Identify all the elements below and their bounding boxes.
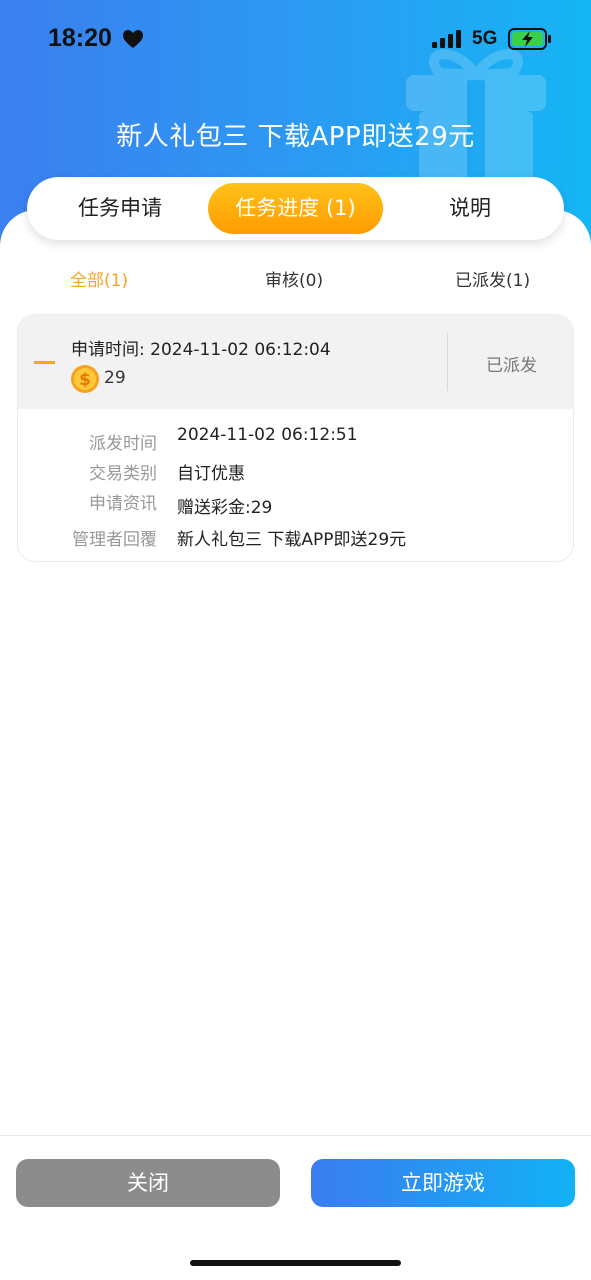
- coin-icon: $: [71, 365, 99, 393]
- filter-dispatched[interactable]: 已派发(1): [455, 266, 530, 291]
- record-card-header[interactable]: 申请时间: 2024-11-02 06:12:04 $ 29 已派发: [18, 315, 573, 409]
- filter-review[interactable]: 审核(0): [265, 266, 323, 291]
- detail-row: 交易类别 自订优惠: [18, 457, 573, 484]
- heart-icon: [123, 30, 143, 48]
- svg-text:$: $: [79, 370, 91, 390]
- detail-label: 派发时间: [89, 434, 157, 454]
- status-badge: 已派发: [486, 356, 537, 376]
- detail-row: 派发时间 2024-11-02 06:12:51: [18, 425, 573, 454]
- play-now-button[interactable]: 立即游戏: [311, 1159, 575, 1207]
- detail-label: 申请资讯: [89, 494, 157, 514]
- status-filter-bar: 全部(1) 审核(0) 已派发(1): [0, 266, 591, 296]
- footer-divider: [0, 1135, 591, 1136]
- status-bar: 18:20 5G: [0, 0, 591, 80]
- detail-value: 赠送彩金:29: [177, 498, 273, 518]
- detail-row: 申请资讯 赠送彩金:29: [18, 489, 573, 518]
- close-button[interactable]: 关闭: [16, 1159, 280, 1207]
- status-time: 18:20: [48, 24, 112, 52]
- battery-charging-icon: [508, 28, 551, 50]
- home-indicator[interactable]: [190, 1260, 401, 1266]
- record-card: 申请时间: 2024-11-02 06:12:04 $ 29 已派发 派发时间 …: [17, 314, 574, 562]
- filter-all[interactable]: 全部(1): [70, 266, 128, 291]
- detail-label: 交易类别: [89, 464, 157, 484]
- detail-row: 管理者回覆 新人礼包三 下载APP即送29元: [18, 523, 573, 550]
- tab-task-apply[interactable]: 任务申请: [39, 183, 201, 234]
- reward-amount: 29: [104, 368, 126, 388]
- collapse-icon[interactable]: [34, 361, 55, 364]
- tab-instructions[interactable]: 说明: [389, 183, 551, 234]
- network-type: 5G: [472, 28, 498, 49]
- detail-value: 新人礼包三 下载APP即送29元: [177, 530, 407, 550]
- signal-icon: [432, 30, 461, 48]
- tab-task-progress[interactable]: 任务进度 (1): [208, 183, 383, 234]
- detail-value: 自订优惠: [177, 464, 245, 484]
- detail-label: 管理者回覆: [72, 530, 157, 550]
- detail-value: 2024-11-02 06:12:51: [177, 425, 358, 445]
- page-title: 新人礼包三 下载APP即送29元: [116, 122, 475, 152]
- apply-time: 申请时间: 2024-11-02 06:12:04: [71, 340, 331, 360]
- tab-bar: 任务申请 任务进度 (1) 说明: [27, 177, 564, 240]
